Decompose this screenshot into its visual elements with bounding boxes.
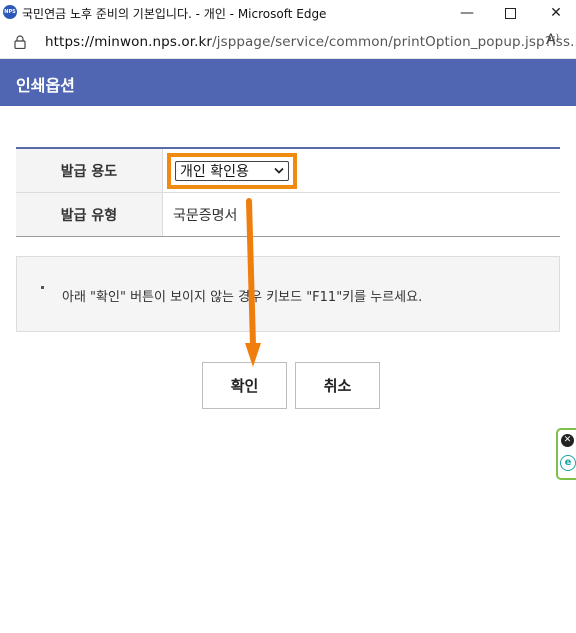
- nps-favicon-icon: NPS: [3, 5, 17, 19]
- highlight-box: 개인 확인용: [167, 152, 297, 189]
- bullet-icon: [41, 286, 44, 289]
- address-bar: https://minwon.nps.or.kr/jsppage/service…: [0, 26, 576, 59]
- url-path: /jsppage/service/common/printOption_popu…: [212, 34, 576, 50]
- popup-header: 인쇄옵션: [0, 59, 576, 106]
- url-host: https://minwon.nps.or.kr: [45, 34, 213, 50]
- maximize-icon: [504, 7, 516, 19]
- issue-purpose-select[interactable]: 개인 확인용: [175, 160, 289, 181]
- page-title: 인쇄옵션: [16, 76, 75, 95]
- url-text[interactable]: https://minwon.nps.or.kr/jsppage/service…: [45, 34, 576, 50]
- chevron-down-icon: [274, 164, 284, 177]
- maximize-button[interactable]: [490, 0, 530, 26]
- table-row: 발급 유형 국문증명서: [16, 193, 560, 236]
- print-option-table: 발급 용도 개인 확인용 발급 유형 국문증명서: [16, 147, 560, 237]
- close-window-button[interactable]: ✕: [536, 0, 576, 26]
- notice-box: 아래 "확인" 버튼이 보이지 않는 경우 키보드 "F11"키를 누르세요.: [16, 256, 560, 332]
- window-title: 국민연금 노후 준비의 기본입니다. - 개인 - Microsoft Edge: [22, 7, 327, 21]
- read-aloud-icon[interactable]: A⁾: [546, 32, 559, 48]
- edge-e-icon[interactable]: e: [560, 455, 576, 471]
- window-titlebar: NPS 국민연금 노후 준비의 기본입니다. - 개인 - Microsoft …: [0, 0, 576, 26]
- issue-purpose-label: 발급 용도: [16, 149, 163, 192]
- lock-icon: [14, 35, 26, 49]
- issue-type-label: 발급 유형: [16, 193, 163, 236]
- issue-purpose-cell: 개인 확인용: [163, 149, 560, 192]
- side-widget: ✕ e: [556, 428, 576, 480]
- issue-type-value: 국문증명서: [173, 207, 238, 224]
- confirm-button[interactable]: 확인: [202, 362, 287, 409]
- cancel-button[interactable]: 취소: [295, 362, 380, 409]
- notice-text: 아래 "확인" 버튼이 보이지 않는 경우 키보드 "F11"키를 누르세요.: [62, 290, 423, 305]
- issue-purpose-value: 개인 확인용: [180, 163, 249, 180]
- close-icon[interactable]: ✕: [561, 434, 574, 447]
- table-row: 발급 용도 개인 확인용: [16, 149, 560, 193]
- minimize-button[interactable]: —: [447, 0, 487, 26]
